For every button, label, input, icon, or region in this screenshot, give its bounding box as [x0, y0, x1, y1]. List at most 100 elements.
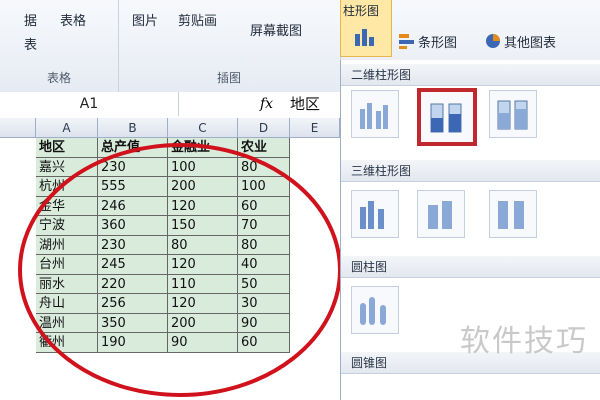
table-cell[interactable]: 110 — [168, 274, 238, 294]
worksheet: A B C D E 地区 总产值 金融业 农业 嘉兴 230 100 80 杭州 555… — [0, 118, 340, 400]
table-cell[interactable]: 190 — [98, 333, 168, 353]
3d-stacked-column-icon — [428, 201, 452, 229]
table-cell[interactable]: 90 — [238, 313, 290, 333]
table-header-cell[interactable]: 总产值 — [98, 138, 168, 158]
table-cell[interactable]: 150 — [168, 216, 238, 236]
other-charts-button[interactable]: 其他图表 — [484, 30, 596, 52]
3d-clustered-column-option[interactable] — [351, 190, 399, 238]
table-cell[interactable]: 40 — [238, 255, 290, 275]
picture-button[interactable]: 图片 — [132, 10, 158, 29]
table-cell[interactable]: 230 — [98, 157, 168, 177]
table-cell[interactable]: 230 — [98, 235, 168, 255]
column-chart-icon — [355, 29, 374, 46]
table-cell[interactable]: 宁波 — [36, 216, 98, 236]
table-header-cell[interactable]: 农业 — [238, 138, 290, 158]
table-row: 温州 350 200 90 — [36, 313, 290, 333]
corner-select-all[interactable] — [0, 118, 36, 138]
table-header-cell[interactable]: 金融业 — [168, 138, 238, 158]
table-cell[interactable]: 100 — [238, 177, 290, 197]
stacked-column-option[interactable] — [417, 88, 477, 146]
table-cell[interactable]: 金华 — [36, 196, 98, 216]
table-cell[interactable]: 50 — [238, 274, 290, 294]
table-cell[interactable]: 嘉兴 — [36, 157, 98, 177]
column-header-b[interactable]: B — [98, 118, 168, 138]
table-row: 杭州 555 200 100 — [36, 177, 290, 197]
column-header-e[interactable]: E — [290, 118, 340, 138]
table-cell[interactable]: 120 — [168, 294, 238, 314]
3d-stacked-column-option[interactable] — [417, 190, 465, 238]
bar-chart-button[interactable]: 条形图 — [398, 30, 480, 52]
table-cell[interactable]: 80 — [168, 235, 238, 255]
table-cell[interactable]: 湖州 — [36, 235, 98, 255]
column-header-c[interactable]: C — [168, 118, 238, 138]
table-header-cell[interactable]: 地区 — [36, 138, 98, 158]
formula-bar: A1 fx 地区 — [0, 92, 340, 119]
data-table: 地区 总产值 金融业 农业 嘉兴 230 100 80 杭州 555 200 100 金华 2… — [36, 138, 290, 353]
ribbon-group-label: 表格 — [46, 71, 71, 85]
other-charts-icon — [486, 34, 500, 48]
screenshot-button[interactable]: 屏幕截图 — [250, 20, 302, 39]
formula-input[interactable]: 地区 — [290, 92, 320, 116]
ribbon-item[interactable]: 据 — [24, 10, 37, 29]
column-header-d[interactable]: D — [238, 118, 290, 138]
section-3d-column: 三维柱形图 — [341, 160, 600, 182]
table-row: 舟山 256 120 30 — [36, 294, 290, 314]
table-cell[interactable]: 丽水 — [36, 274, 98, 294]
table-cell[interactable]: 220 — [98, 274, 168, 294]
3d-percent-column-option[interactable] — [489, 190, 537, 238]
table-header-row: 地区 总产值 金融业 农业 — [36, 138, 290, 158]
bar-chart-icon — [399, 34, 414, 49]
table-cell[interactable]: 60 — [238, 196, 290, 216]
table-cell[interactable]: 台州 — [36, 255, 98, 275]
clipart-button[interactable]: 剪贴画 — [178, 10, 217, 29]
percent-stacked-column-option[interactable] — [489, 90, 537, 138]
section-2d-column: 二维柱形图 — [341, 64, 600, 86]
cylinder-option[interactable] — [351, 286, 399, 334]
watermark: 软件技巧 — [460, 324, 588, 359]
stacked-column-icon — [430, 103, 462, 133]
name-box[interactable]: A1 — [0, 92, 179, 116]
ribbon-item[interactable]: 表 — [24, 34, 37, 53]
table-cell[interactable]: 温州 — [36, 313, 98, 333]
section-cylinder: 圆柱图 — [341, 256, 600, 278]
table-cell[interactable]: 衢州 — [36, 333, 98, 353]
clustered-column-option[interactable] — [351, 90, 399, 138]
table-row: 丽水 220 110 50 — [36, 274, 290, 294]
table-cell[interactable]: 杭州 — [36, 177, 98, 197]
table-cell[interactable]: 120 — [168, 196, 238, 216]
table-cell[interactable]: 90 — [168, 333, 238, 353]
table-cell[interactable]: 120 — [168, 255, 238, 275]
3d-column-icon — [360, 201, 384, 229]
table-cell[interactable]: 200 — [168, 313, 238, 333]
other-charts-label: 其他图表 — [504, 36, 557, 51]
ribbon-group-label: 插图 — [216, 71, 241, 85]
clustered-column-icon — [360, 103, 388, 129]
table-cell[interactable]: 70 — [238, 216, 290, 236]
table-cell[interactable]: 舟山 — [36, 294, 98, 314]
table-cell[interactable]: 256 — [98, 294, 168, 314]
column-chart-button[interactable]: 柱形图 — [340, 0, 392, 57]
table-cell[interactable]: 555 — [98, 177, 168, 197]
table-cell[interactable]: 350 — [98, 313, 168, 333]
table-row: 嘉兴 230 100 80 — [36, 157, 290, 177]
table-row: 台州 245 120 40 — [36, 255, 290, 275]
table-cell[interactable]: 60 — [238, 333, 290, 353]
ribbon-group-illustrations: 图片 剪贴画 屏幕截图 插图 — [118, 0, 341, 92]
table-cell[interactable]: 246 — [98, 196, 168, 216]
table-button[interactable]: 表格 — [60, 10, 86, 29]
3d-percent-column-icon — [498, 201, 524, 229]
percent-stacked-column-icon — [497, 100, 528, 130]
table-row: 衢州 190 90 60 — [36, 333, 290, 353]
table-cell[interactable]: 100 — [168, 157, 238, 177]
bar-chart-label: 条形图 — [418, 36, 458, 51]
table-cell[interactable]: 30 — [238, 294, 290, 314]
table-cell[interactable]: 245 — [98, 255, 168, 275]
table-cell[interactable]: 80 — [238, 235, 290, 255]
table-cell[interactable]: 80 — [238, 157, 290, 177]
cylinder-icon — [360, 297, 386, 325]
column-header-a[interactable]: A — [36, 118, 98, 138]
table-cell[interactable]: 200 — [168, 177, 238, 197]
table-row: 金华 246 120 60 — [36, 196, 290, 216]
fx-icon[interactable]: fx — [260, 92, 273, 116]
table-cell[interactable]: 360 — [98, 216, 168, 236]
